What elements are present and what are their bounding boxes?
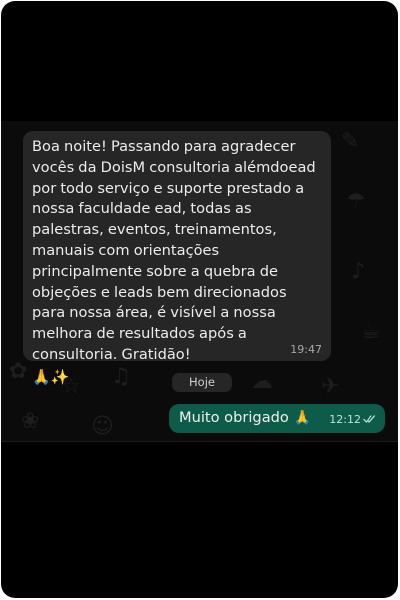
doodle-icon: ☕ — [361, 319, 381, 344]
day-separator: Hoje — [172, 373, 232, 392]
chat-divider — [1, 441, 398, 442]
outgoing-message-time: 12:12 — [329, 413, 361, 426]
outgoing-message-bubble[interactable]: Muito obrigado 🙏 12:12 — [169, 404, 385, 433]
incoming-message-time: 19:47 — [290, 343, 322, 356]
incoming-message-bubble[interactable]: Boa noite! Passando para agradecer vocês… — [23, 131, 331, 386]
doodle-icon: ✈ — [321, 374, 340, 399]
doodle-icon: ❀ — [21, 409, 40, 434]
doodle-icon: ♪ — [351, 259, 366, 284]
doodle-icon: ✎ — [341, 129, 360, 154]
outgoing-message-text-row: Muito obrigado 🙏 — [179, 409, 311, 426]
outgoing-message-text: Muito obrigado — [179, 409, 289, 426]
doodle-icon: ✿ — [9, 359, 28, 384]
screenshot-frame: ✎ ☂ ♪ ☕ ✿ ☆ ♫ ☁ ✈ ❀ ☺ Boa noite! Passand… — [1, 1, 398, 598]
double-check-icon — [363, 415, 375, 423]
incoming-message-text: Boa noite! Passando para agradecer vocês… — [32, 138, 316, 363]
praying-hands-emoji: 🙏 — [293, 410, 311, 426]
doodle-icon: ☺ — [91, 414, 114, 439]
doodle-icon: ☂ — [346, 189, 366, 214]
